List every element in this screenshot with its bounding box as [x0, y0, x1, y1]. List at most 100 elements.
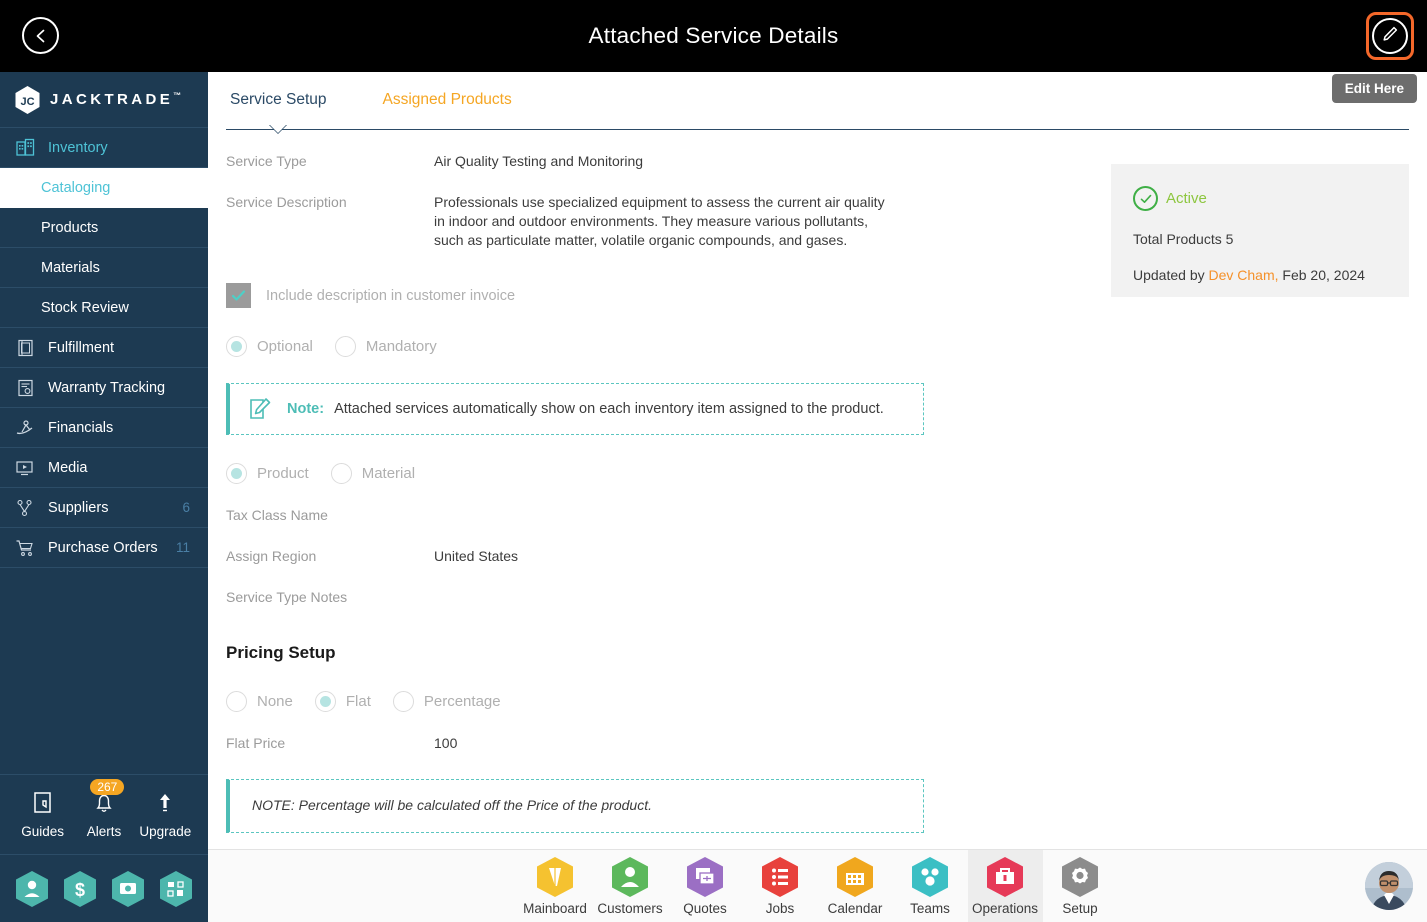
- updated-by-line: Updated by Dev Cham, Feb 20, 2024: [1133, 267, 1387, 283]
- note-text: Attached services automatically show on …: [334, 401, 884, 417]
- include-description-checkbox[interactable]: [226, 283, 251, 308]
- customers-icon: [611, 856, 649, 898]
- bottom-nav-setup[interactable]: Setup: [1043, 850, 1118, 922]
- sidebar-item-media[interactable]: Media: [0, 448, 208, 488]
- tab-bar: Service Setup Assigned Products: [226, 72, 1409, 134]
- radio-percentage[interactable]: Percentage: [392, 691, 501, 712]
- dollar-hex-icon[interactable]: $: [63, 870, 97, 908]
- sidebar-item-label: Fulfillment: [48, 339, 115, 356]
- bottom-nav-label: Teams: [910, 901, 950, 916]
- arrow-up-icon: [154, 791, 176, 818]
- financials-icon: [14, 418, 36, 438]
- sidebar-item-inventory[interactable]: Inventory: [0, 128, 208, 168]
- field-label: Service Description: [226, 194, 347, 210]
- radio-label: Optional: [257, 338, 313, 355]
- updated-prefix: Updated by: [1133, 267, 1209, 283]
- bottom-nav-label: Customers: [597, 901, 663, 916]
- field-tax-class-name: Tax Class Name: [226, 506, 1409, 525]
- bottom-nav-label: Quotes: [683, 901, 727, 916]
- quotes-icon: [686, 856, 724, 898]
- field-value: 100: [434, 735, 458, 751]
- svg-text:$: $: [75, 880, 85, 900]
- radio-label: Percentage: [423, 693, 501, 710]
- suppliers-icon: [14, 498, 36, 518]
- sidebar-item-stock-review[interactable]: Stock Review: [0, 288, 208, 328]
- radio-flat[interactable]: Flat: [314, 691, 371, 712]
- brand-logo[interactable]: JC JACKTRADE™: [0, 72, 208, 128]
- user-hex-icon[interactable]: [15, 870, 49, 908]
- sidebar-item-label: Financials: [48, 419, 114, 436]
- bottom-nav-label: Calendar: [827, 901, 883, 916]
- radio-dot: [334, 336, 356, 357]
- pricing-radio-group: None Flat Percentage: [226, 691, 1409, 712]
- sidebar-item-suppliers[interactable]: Suppliers 6: [0, 488, 208, 528]
- sidebar-item-financials[interactable]: Financials: [0, 408, 208, 448]
- radio-optional[interactable]: Optional: [226, 336, 313, 357]
- bottom-nav-label: Setup: [1062, 901, 1098, 916]
- radio-product[interactable]: Product: [226, 463, 309, 484]
- note-text: NOTE: Percentage will be calculated off …: [252, 797, 652, 813]
- bottom-nav-operations[interactable]: Operations: [967, 849, 1043, 922]
- bottom-nav-quotes[interactable]: Quotes: [668, 850, 743, 922]
- warranty-icon: [14, 378, 36, 398]
- check-circle-icon: [1133, 186, 1158, 211]
- avatar[interactable]: [1365, 862, 1413, 910]
- mainboard-icon: [536, 856, 574, 898]
- bottom-nav-calendar[interactable]: Calendar: [818, 850, 893, 922]
- sidebar-item-materials[interactable]: Materials: [0, 248, 208, 288]
- sidebar-item-cataloging[interactable]: Cataloging: [0, 168, 208, 208]
- radio-label: Mandatory: [365, 338, 437, 355]
- active-tab-caret: [269, 125, 288, 134]
- sidebar-item-label: Cataloging: [41, 180, 111, 196]
- radio-material[interactable]: Material: [330, 463, 416, 484]
- tab-label: Service Setup: [230, 91, 327, 108]
- status-badge: Active: [1133, 186, 1387, 211]
- operations-icon: [986, 856, 1024, 898]
- edit-here-tooltip: Edit Here: [1331, 74, 1417, 103]
- include-description-label: Include description in customer invoice: [266, 287, 516, 304]
- edit-button[interactable]: [1366, 12, 1414, 60]
- bottom-nav-customers[interactable]: Customers: [593, 850, 668, 922]
- radio-dot: [226, 691, 247, 712]
- bottom-nav-jobs[interactable]: Jobs: [743, 850, 818, 922]
- sidebar-item-label: Stock Review: [41, 299, 129, 316]
- pencil-icon: [1381, 25, 1399, 48]
- guides-button[interactable]: Guides: [12, 791, 73, 839]
- tool-label: Guides: [21, 823, 65, 839]
- bottom-nav-label: Jobs: [765, 901, 795, 916]
- radio-none[interactable]: None: [226, 691, 293, 712]
- sidebar: JC JACKTRADE™ Inventory Cataloging Produ…: [0, 72, 208, 922]
- radio-dot: [392, 691, 414, 712]
- sidebar-item-fulfillment[interactable]: Fulfillment: [0, 328, 208, 368]
- workflow-hex-icon[interactable]: [159, 870, 193, 908]
- sidebar-item-purchase-orders[interactable]: Purchase Orders 11: [0, 528, 208, 568]
- bottom-nav-mainboard[interactable]: Mainboard: [518, 850, 593, 922]
- radio-label: Material: [361, 465, 416, 482]
- tool-label: Alerts: [86, 823, 122, 839]
- sidebar-badge: 11: [175, 540, 190, 555]
- alerts-badge: 267: [90, 778, 125, 795]
- payment-hex-icon[interactable]: [111, 870, 145, 908]
- sidebar-item-warranty-tracking[interactable]: Warranty Tracking: [0, 368, 208, 408]
- field-label: Assign Region: [226, 548, 317, 564]
- total-products: Total Products 5: [1133, 231, 1234, 247]
- sidebar-item-label: Media: [48, 459, 88, 476]
- sidebar-item-products[interactable]: Products: [0, 208, 208, 248]
- alerts-button[interactable]: 267 Alerts: [73, 778, 134, 839]
- tab-service-setup[interactable]: Service Setup: [226, 91, 331, 134]
- tab-assigned-products[interactable]: Assigned Products: [379, 91, 516, 125]
- sidebar-item-label: Purchase Orders: [48, 539, 158, 556]
- updated-user-link[interactable]: Dev Cham,: [1209, 267, 1279, 283]
- sidebar-item-label: Suppliers: [48, 499, 109, 516]
- svg-text:JC: JC: [20, 96, 34, 108]
- radio-dot: [330, 463, 352, 484]
- attached-services-note: Note: Attached services automatically sh…: [226, 383, 924, 435]
- radio-label: Flat: [345, 693, 371, 710]
- setup-icon: [1061, 856, 1099, 898]
- note-pencil-icon: [248, 396, 274, 422]
- radio-mandatory[interactable]: Mandatory: [334, 336, 437, 357]
- bottom-nav-teams[interactable]: Teams: [893, 850, 968, 922]
- sidebar-item-label: Warranty Tracking: [48, 379, 166, 396]
- tool-label: Upgrade: [139, 823, 192, 839]
- upgrade-button[interactable]: Upgrade: [135, 791, 196, 839]
